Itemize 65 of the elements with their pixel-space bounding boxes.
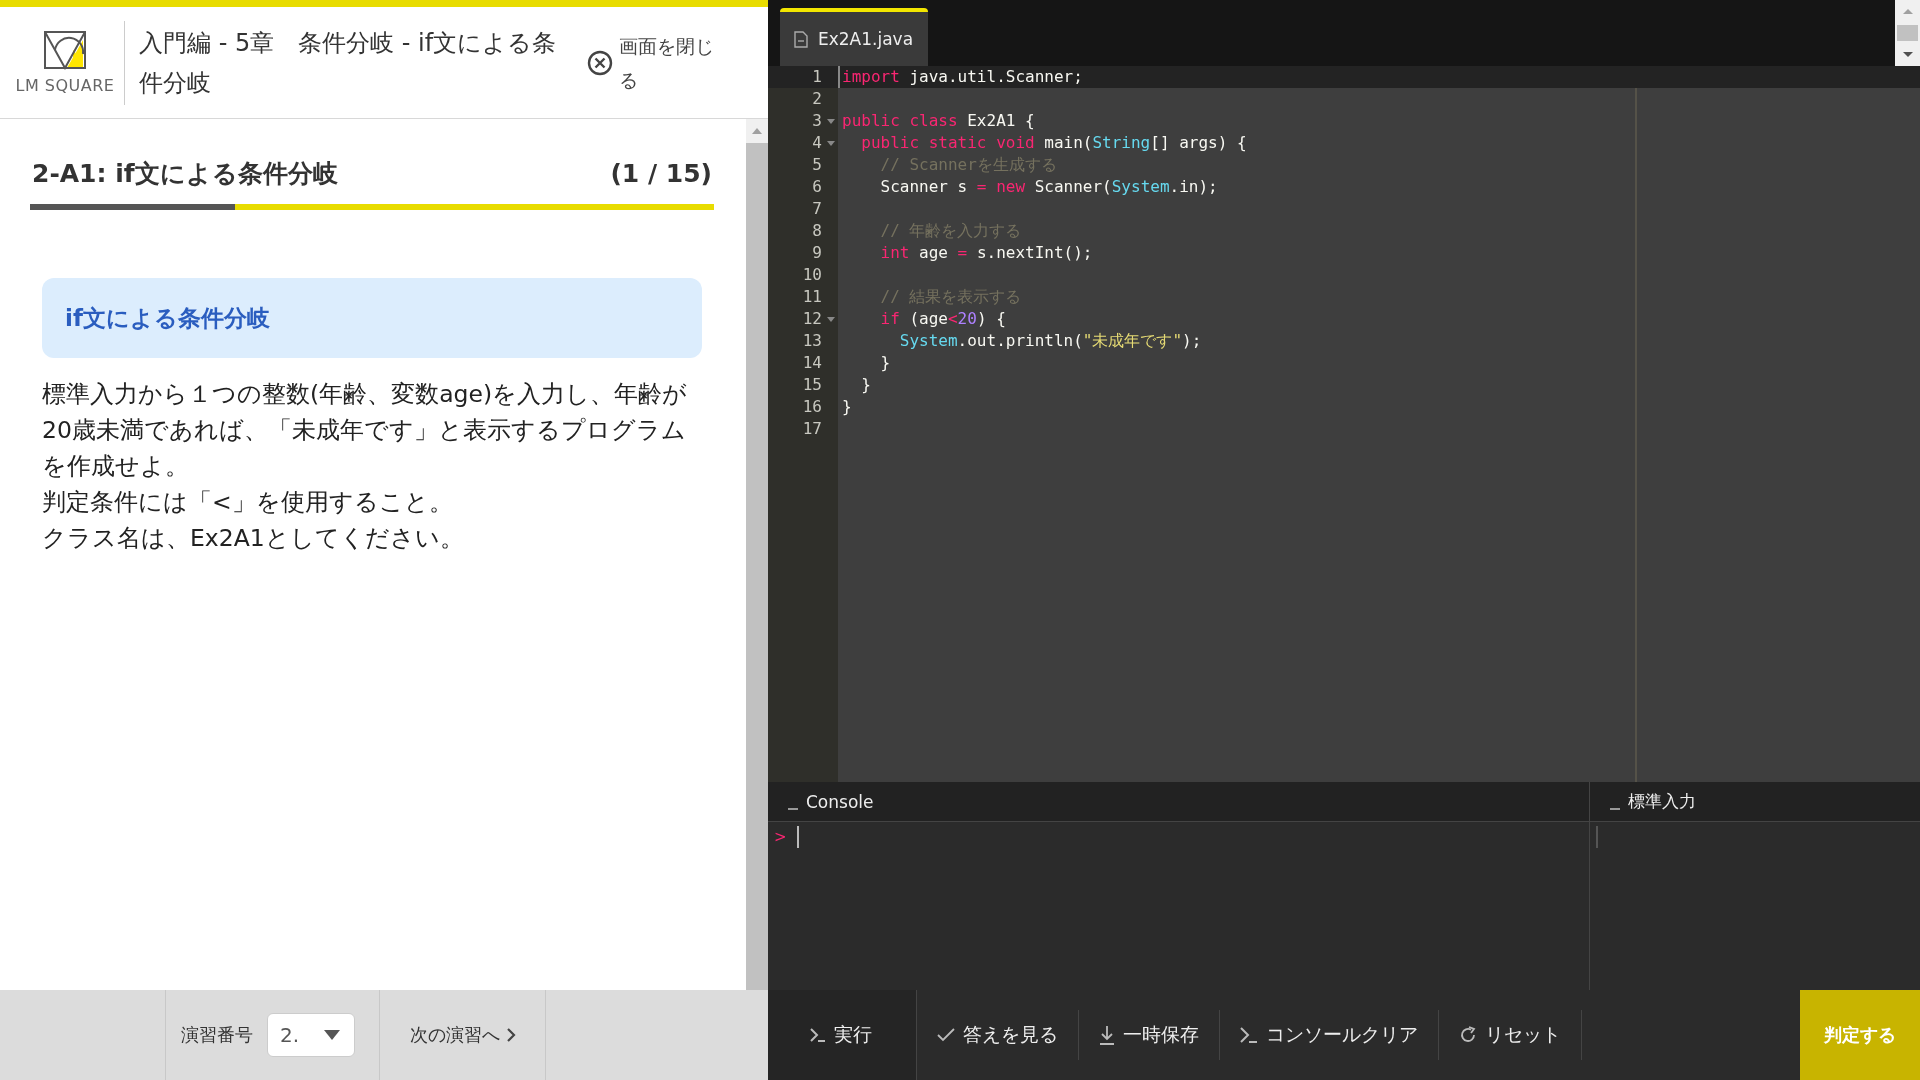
fold-caret-icon[interactable] xyxy=(824,140,838,146)
close-screen-button[interactable]: 画面を閉じる xyxy=(587,28,723,97)
page-title: 入門編 - 5章 条件分岐 - if文による条件分岐 xyxy=(139,27,558,99)
chevron-right-icon xyxy=(505,1027,516,1043)
line-number: 16 xyxy=(802,396,823,418)
exercise-number-select[interactable]: 2. xyxy=(267,1013,355,1057)
line-number: 10 xyxy=(802,264,823,286)
check-icon xyxy=(937,1028,955,1042)
exercise-number-label: 演習番号 xyxy=(181,1023,253,1047)
refresh-icon xyxy=(1459,1026,1477,1044)
stdin-tab[interactable]: 標準入力 xyxy=(1590,782,1920,821)
instruction-text: 判定条件には「<」を使用すること。 xyxy=(42,487,454,518)
fold-caret-icon[interactable] xyxy=(824,316,838,322)
scrollbar[interactable] xyxy=(1895,0,1920,66)
exercise-title: 2-A1: if文による条件分岐 xyxy=(32,158,338,190)
scrollbar-thumb[interactable] xyxy=(1897,25,1918,41)
line-number: 2 xyxy=(812,88,823,110)
text-cursor xyxy=(1596,826,1598,848)
code-line: int age = s.nextInt(); xyxy=(879,242,1094,264)
line-number: 4 xyxy=(812,132,823,154)
line-number: 13 xyxy=(802,330,823,352)
code-line: public class Ex2A1 { xyxy=(841,110,1036,132)
caret-icon xyxy=(324,1030,340,1040)
line-number: 6 xyxy=(812,176,823,198)
line-number: 17 xyxy=(802,418,823,440)
line-number: 8 xyxy=(812,220,823,242)
code-line: System.out.println("未成年です"); xyxy=(898,330,1203,352)
code-line: if (age<20) { xyxy=(879,308,1007,330)
file-tab[interactable]: Ex2A1.java xyxy=(780,8,928,66)
code-line: } xyxy=(879,352,892,374)
exercise-counter: (1 / 15) xyxy=(610,159,712,188)
line-number: 5 xyxy=(812,154,823,176)
logo-drawing xyxy=(43,30,87,70)
console-tab[interactable]: Console xyxy=(768,782,1590,821)
file-icon xyxy=(794,30,808,48)
run-button[interactable]: 実行 xyxy=(768,990,917,1080)
line-number: 1 xyxy=(812,66,823,88)
toolbar-button[interactable]: コンソールクリア xyxy=(1220,1010,1439,1060)
instruction-text: クラス名は、Ex2A1としてください。 xyxy=(42,523,465,554)
toolbar-button[interactable]: 一時保存 xyxy=(1079,1010,1220,1060)
line-number: 15 xyxy=(802,374,823,396)
scroll-up-icon[interactable] xyxy=(751,127,763,135)
line-number: 11 xyxy=(802,286,823,308)
line-number: 9 xyxy=(812,242,823,264)
line-number: 3 xyxy=(812,110,823,132)
line-number: 12 xyxy=(802,308,823,330)
next-exercise-button[interactable]: 次の演習へ xyxy=(380,990,546,1080)
code-line: } xyxy=(860,374,872,396)
line-number: 7 xyxy=(812,198,823,220)
scroll-up-icon[interactable] xyxy=(1901,8,1914,15)
console-prompt: > xyxy=(774,827,787,848)
card-heading: if文による条件分岐 xyxy=(65,303,270,333)
instruction-text: 標準入力から１つの整数(年齢、変数age)を入力し、年齢が20歳未満であれば、「未成年です」と表示するプログラムを作成せよ。 xyxy=(42,379,689,482)
code-line: } xyxy=(841,396,853,418)
code-line: Scanner s = new Scanner(System.in); xyxy=(879,176,1219,198)
fold-caret-icon[interactable] xyxy=(824,118,838,124)
logo-text: LM SQUARE xyxy=(15,76,115,95)
scroll-down-icon[interactable] xyxy=(1901,51,1914,58)
toolbar-button[interactable]: リセット xyxy=(1439,1010,1582,1060)
toolbar-button[interactable]: 答えを見る xyxy=(917,1010,1079,1060)
code-line: public static void main(String[] args) { xyxy=(860,132,1248,154)
text-cursor xyxy=(796,826,799,848)
close-icon xyxy=(587,49,613,76)
download-icon xyxy=(1099,1025,1115,1045)
line-number: 14 xyxy=(802,352,823,374)
